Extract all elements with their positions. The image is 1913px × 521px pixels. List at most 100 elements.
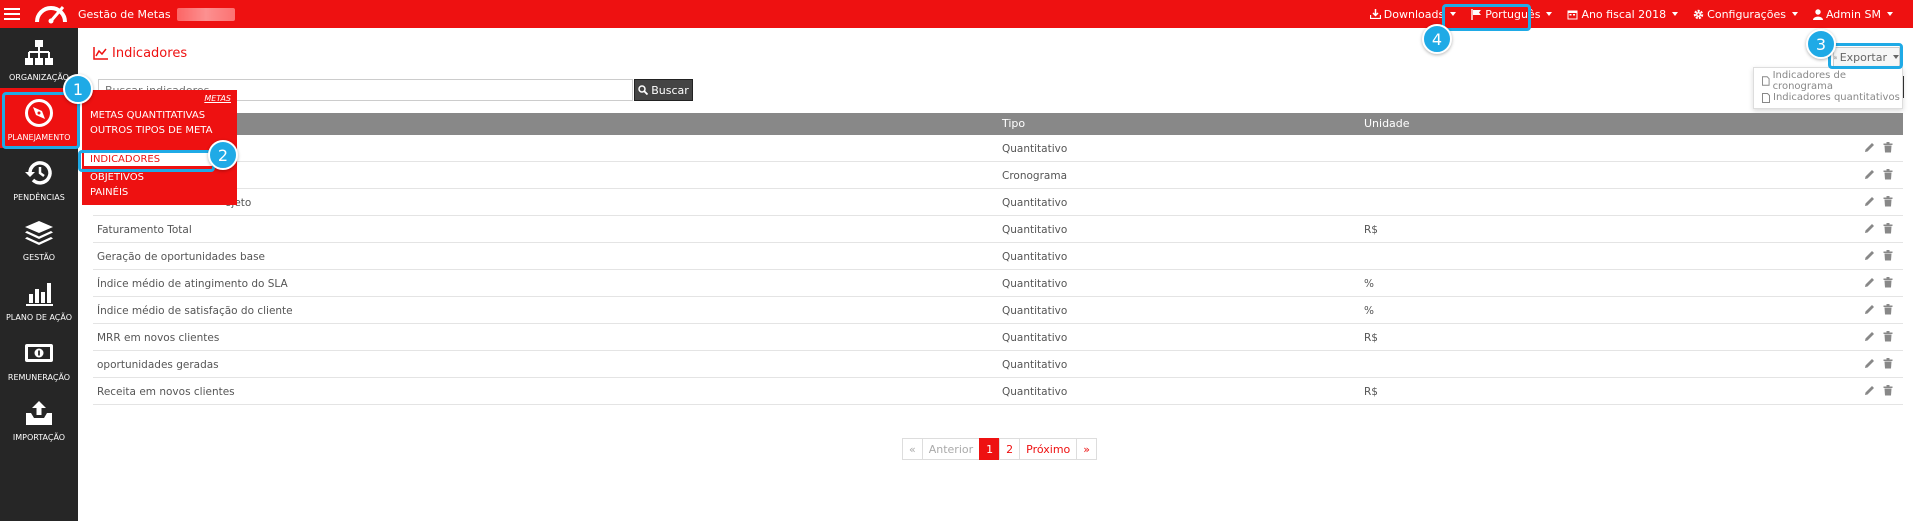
download-icon (1369, 9, 1381, 19)
edit-pencil-icon[interactable] (1864, 250, 1875, 264)
hamburger-menu-icon[interactable] (4, 8, 20, 20)
edit-pencil-icon[interactable] (1864, 385, 1875, 399)
user-label: Admin SM (1825, 7, 1881, 21)
edit-pencil-icon[interactable] (1864, 169, 1875, 183)
layers-icon (23, 217, 55, 249)
sidebar-item-pendencias[interactable]: PENDÊNCIAS (0, 148, 78, 208)
cell-tipo: Quantitativo (1002, 305, 1068, 317)
edit-pencil-icon[interactable] (1864, 142, 1875, 156)
cell-tipo: Quantitativo (1002, 386, 1068, 398)
cell-tipo: Quantitativo (1002, 224, 1068, 236)
trash-icon[interactable] (1883, 196, 1893, 210)
export-schedule-indicators[interactable]: Indicadores de cronograma (1754, 70, 1902, 92)
menu-item-outros-tipos-de-meta[interactable]: OUTROS TIPOS DE META (90, 125, 212, 136)
row-actions (1864, 277, 1893, 291)
cell-indicator-name: oportunidades geradas (97, 359, 219, 371)
money-icon (23, 337, 55, 369)
settings-label: Configurações (1707, 7, 1786, 21)
row-actions (1864, 142, 1893, 156)
trash-icon[interactable] (1883, 331, 1893, 345)
file-icon (1762, 75, 1770, 86)
edit-pencil-icon[interactable] (1864, 304, 1875, 318)
table-row[interactable]: oportunidades geradas Quantitativo (93, 351, 1903, 378)
edit-pencil-icon[interactable] (1864, 277, 1875, 291)
pagination-first[interactable]: « (902, 438, 923, 460)
pagination-page-1[interactable]: 1 (979, 438, 1001, 460)
app-logo-icon[interactable] (34, 3, 68, 25)
trash-icon[interactable] (1883, 304, 1893, 318)
trash-icon[interactable] (1883, 358, 1893, 372)
pagination-page-2[interactable]: 2 (999, 438, 1021, 460)
table-row[interactable]: Receita em novos clientes Quantitativo R$ (93, 378, 1903, 405)
sidebar-item-importacao[interactable]: IMPORTAÇÃO (0, 388, 78, 448)
sidebar-item-remuneracao[interactable]: REMUNERAÇÃO (0, 328, 78, 388)
sidebar-item-label: PLANO DE AÇÃO (5, 313, 73, 322)
menu-item-metas-quantitativas[interactable]: METAS QUANTITATIVAS (90, 110, 205, 121)
chevron-down-icon (1887, 12, 1893, 16)
chevron-down-icon (1546, 12, 1553, 16)
cell-tipo: Quantitativo (1002, 143, 1068, 155)
cell-unidade: R$ (1364, 332, 1378, 344)
menu-item-paineis[interactable]: PAINÉIS (90, 187, 128, 198)
trash-icon[interactable] (1883, 385, 1893, 399)
trash-icon[interactable] (1883, 169, 1893, 183)
table-row[interactable]: Cronograma (93, 162, 1903, 189)
sidebar-item-plano-de-acao[interactable]: PLANO DE AÇÃO (0, 268, 78, 328)
chevron-down-icon (1791, 12, 1798, 16)
pagination-next[interactable]: Próximo (1019, 438, 1078, 460)
pagination: « Anterior 1 2 Próximo » (902, 438, 1098, 460)
table-row[interactable]: MRR em novos clientes Quantitativo R$ (93, 324, 1903, 351)
column-header-tipo[interactable]: Tipo (1002, 117, 1025, 130)
bar-chart-icon (23, 277, 55, 309)
page-title: Indicadores (93, 46, 187, 61)
menu-item-objetivos[interactable]: OBJETIVOS (90, 172, 144, 183)
fiscal-year-menu[interactable]: Ano fiscal 2018 (1567, 8, 1679, 21)
cell-tipo: Quantitativo (1002, 251, 1068, 263)
pagination-previous[interactable]: Anterior (921, 438, 981, 460)
callout-badge-4: 4 (1422, 24, 1452, 54)
export-menu-item-label: Indicadores quantitativos (1773, 92, 1900, 103)
trash-icon[interactable] (1883, 223, 1893, 237)
user-icon (1812, 8, 1823, 20)
edit-pencil-icon[interactable] (1864, 358, 1875, 372)
upload-icon (23, 397, 55, 429)
file-icon (1762, 92, 1770, 103)
cell-indicator-name: Receita em novos clientes (97, 386, 235, 398)
trash-icon[interactable] (1883, 142, 1893, 156)
edit-pencil-icon[interactable] (1864, 196, 1875, 210)
cell-unidade: % (1364, 278, 1374, 290)
history-icon (23, 157, 55, 189)
row-actions (1864, 385, 1893, 399)
highlight-export-button (1828, 43, 1903, 69)
sidebar-item-label: PENDÊNCIAS (13, 193, 65, 202)
row-actions (1864, 331, 1893, 345)
export-menu: Indicadores de cronograma Indicadores qu… (1753, 67, 1903, 109)
top-bar: Gestão de Metas Downloads Português Ano … (0, 0, 1913, 28)
table-header: Tipo Unidade (93, 113, 1903, 135)
table-row[interactable]: ojeto Quantitativo (93, 189, 1903, 216)
chevron-down-icon (1672, 12, 1679, 16)
cell-tipo: Quantitativo (1002, 359, 1068, 371)
user-menu[interactable]: Admin SM (1812, 7, 1893, 21)
table-row[interactable]: Índice médio de satisfação do cliente Qua… (93, 297, 1903, 324)
calendar-icon (1567, 10, 1578, 19)
cell-indicator-name: Faturamento Total (97, 224, 192, 236)
cell-tipo: Quantitativo (1002, 278, 1068, 290)
table-row[interactable]: Geração de oportunidades base Quantitativ… (93, 243, 1903, 270)
table-row[interactable]: Quantitativo (93, 135, 1903, 162)
table-row[interactable]: Índice médio de atingimento do SLA Quanti… (93, 270, 1903, 297)
search-button[interactable]: Buscar (634, 79, 693, 101)
trash-icon[interactable] (1883, 250, 1893, 264)
sidebar-item-gestao[interactable]: GESTÃO (0, 208, 78, 268)
page-title-text: Indicadores (112, 46, 188, 61)
edit-pencil-icon[interactable] (1864, 331, 1875, 345)
settings-menu[interactable]: Configurações (1693, 8, 1798, 21)
pagination-last[interactable]: » (1076, 438, 1098, 460)
edit-pencil-icon[interactable] (1864, 223, 1875, 237)
export-quantitative-indicators[interactable]: Indicadores quantitativos (1754, 89, 1902, 106)
row-actions (1864, 304, 1893, 318)
cell-unidade: R$ (1364, 386, 1378, 398)
trash-icon[interactable] (1883, 277, 1893, 291)
column-header-unidade[interactable]: Unidade (1364, 117, 1410, 130)
table-row[interactable]: Faturamento Total Quantitativo R$ (93, 216, 1903, 243)
